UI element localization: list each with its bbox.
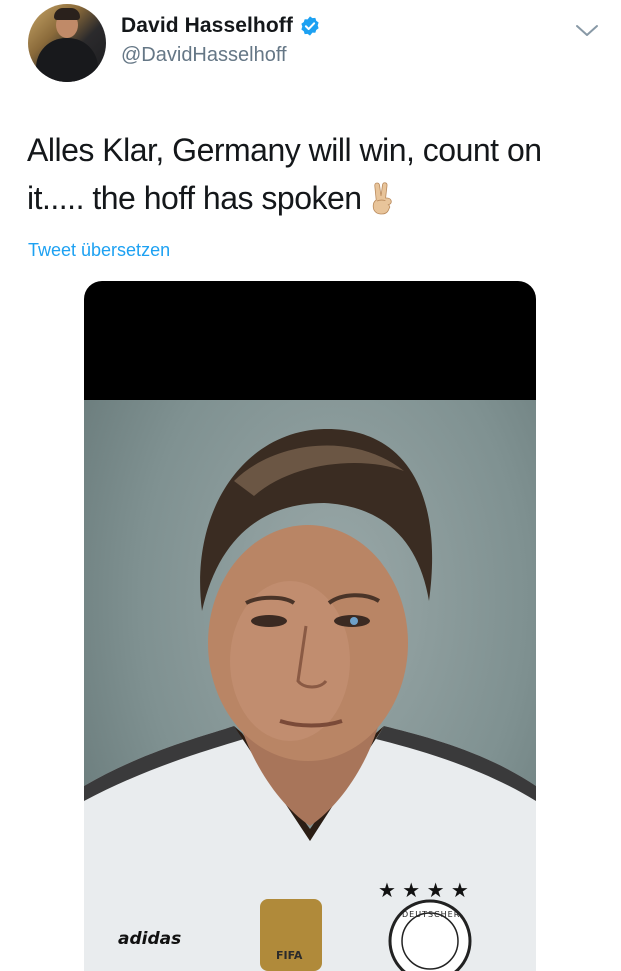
- author-display-name[interactable]: David Hasselhoff: [121, 14, 293, 38]
- tweet-text: Alles Klar, Germany will win, count on i…: [27, 126, 587, 222]
- translate-tweet-link[interactable]: Tweet übersetzen: [28, 240, 170, 261]
- svg-text:★ ★ ★ ★: ★ ★ ★ ★: [378, 878, 469, 902]
- author-name-row[interactable]: David Hasselhoff: [121, 14, 321, 38]
- author-handle[interactable]: @DavidHasselhoff: [121, 44, 287, 67]
- crest-label: DEUTSCHER: [402, 910, 461, 919]
- tweet-media-photo[interactable]: ★ ★ ★ ★ adidas FIFA DEUTSCHER: [84, 281, 536, 971]
- avatar-body: [36, 38, 98, 82]
- avatar-hair: [54, 8, 80, 20]
- author-avatar[interactable]: [28, 4, 106, 82]
- chevron-down-icon[interactable]: [574, 22, 600, 40]
- victory-hand-emoji-icon: [372, 182, 392, 215]
- jersey-brand-logo: adidas: [118, 929, 182, 949]
- portrait-illustration: ★ ★ ★ ★: [84, 428, 536, 971]
- fifa-badge-label: FIFA: [276, 949, 303, 962]
- tweet-text-body: Alles Klar, Germany will win, count on i…: [27, 132, 542, 216]
- verified-badge-icon: [301, 16, 319, 36]
